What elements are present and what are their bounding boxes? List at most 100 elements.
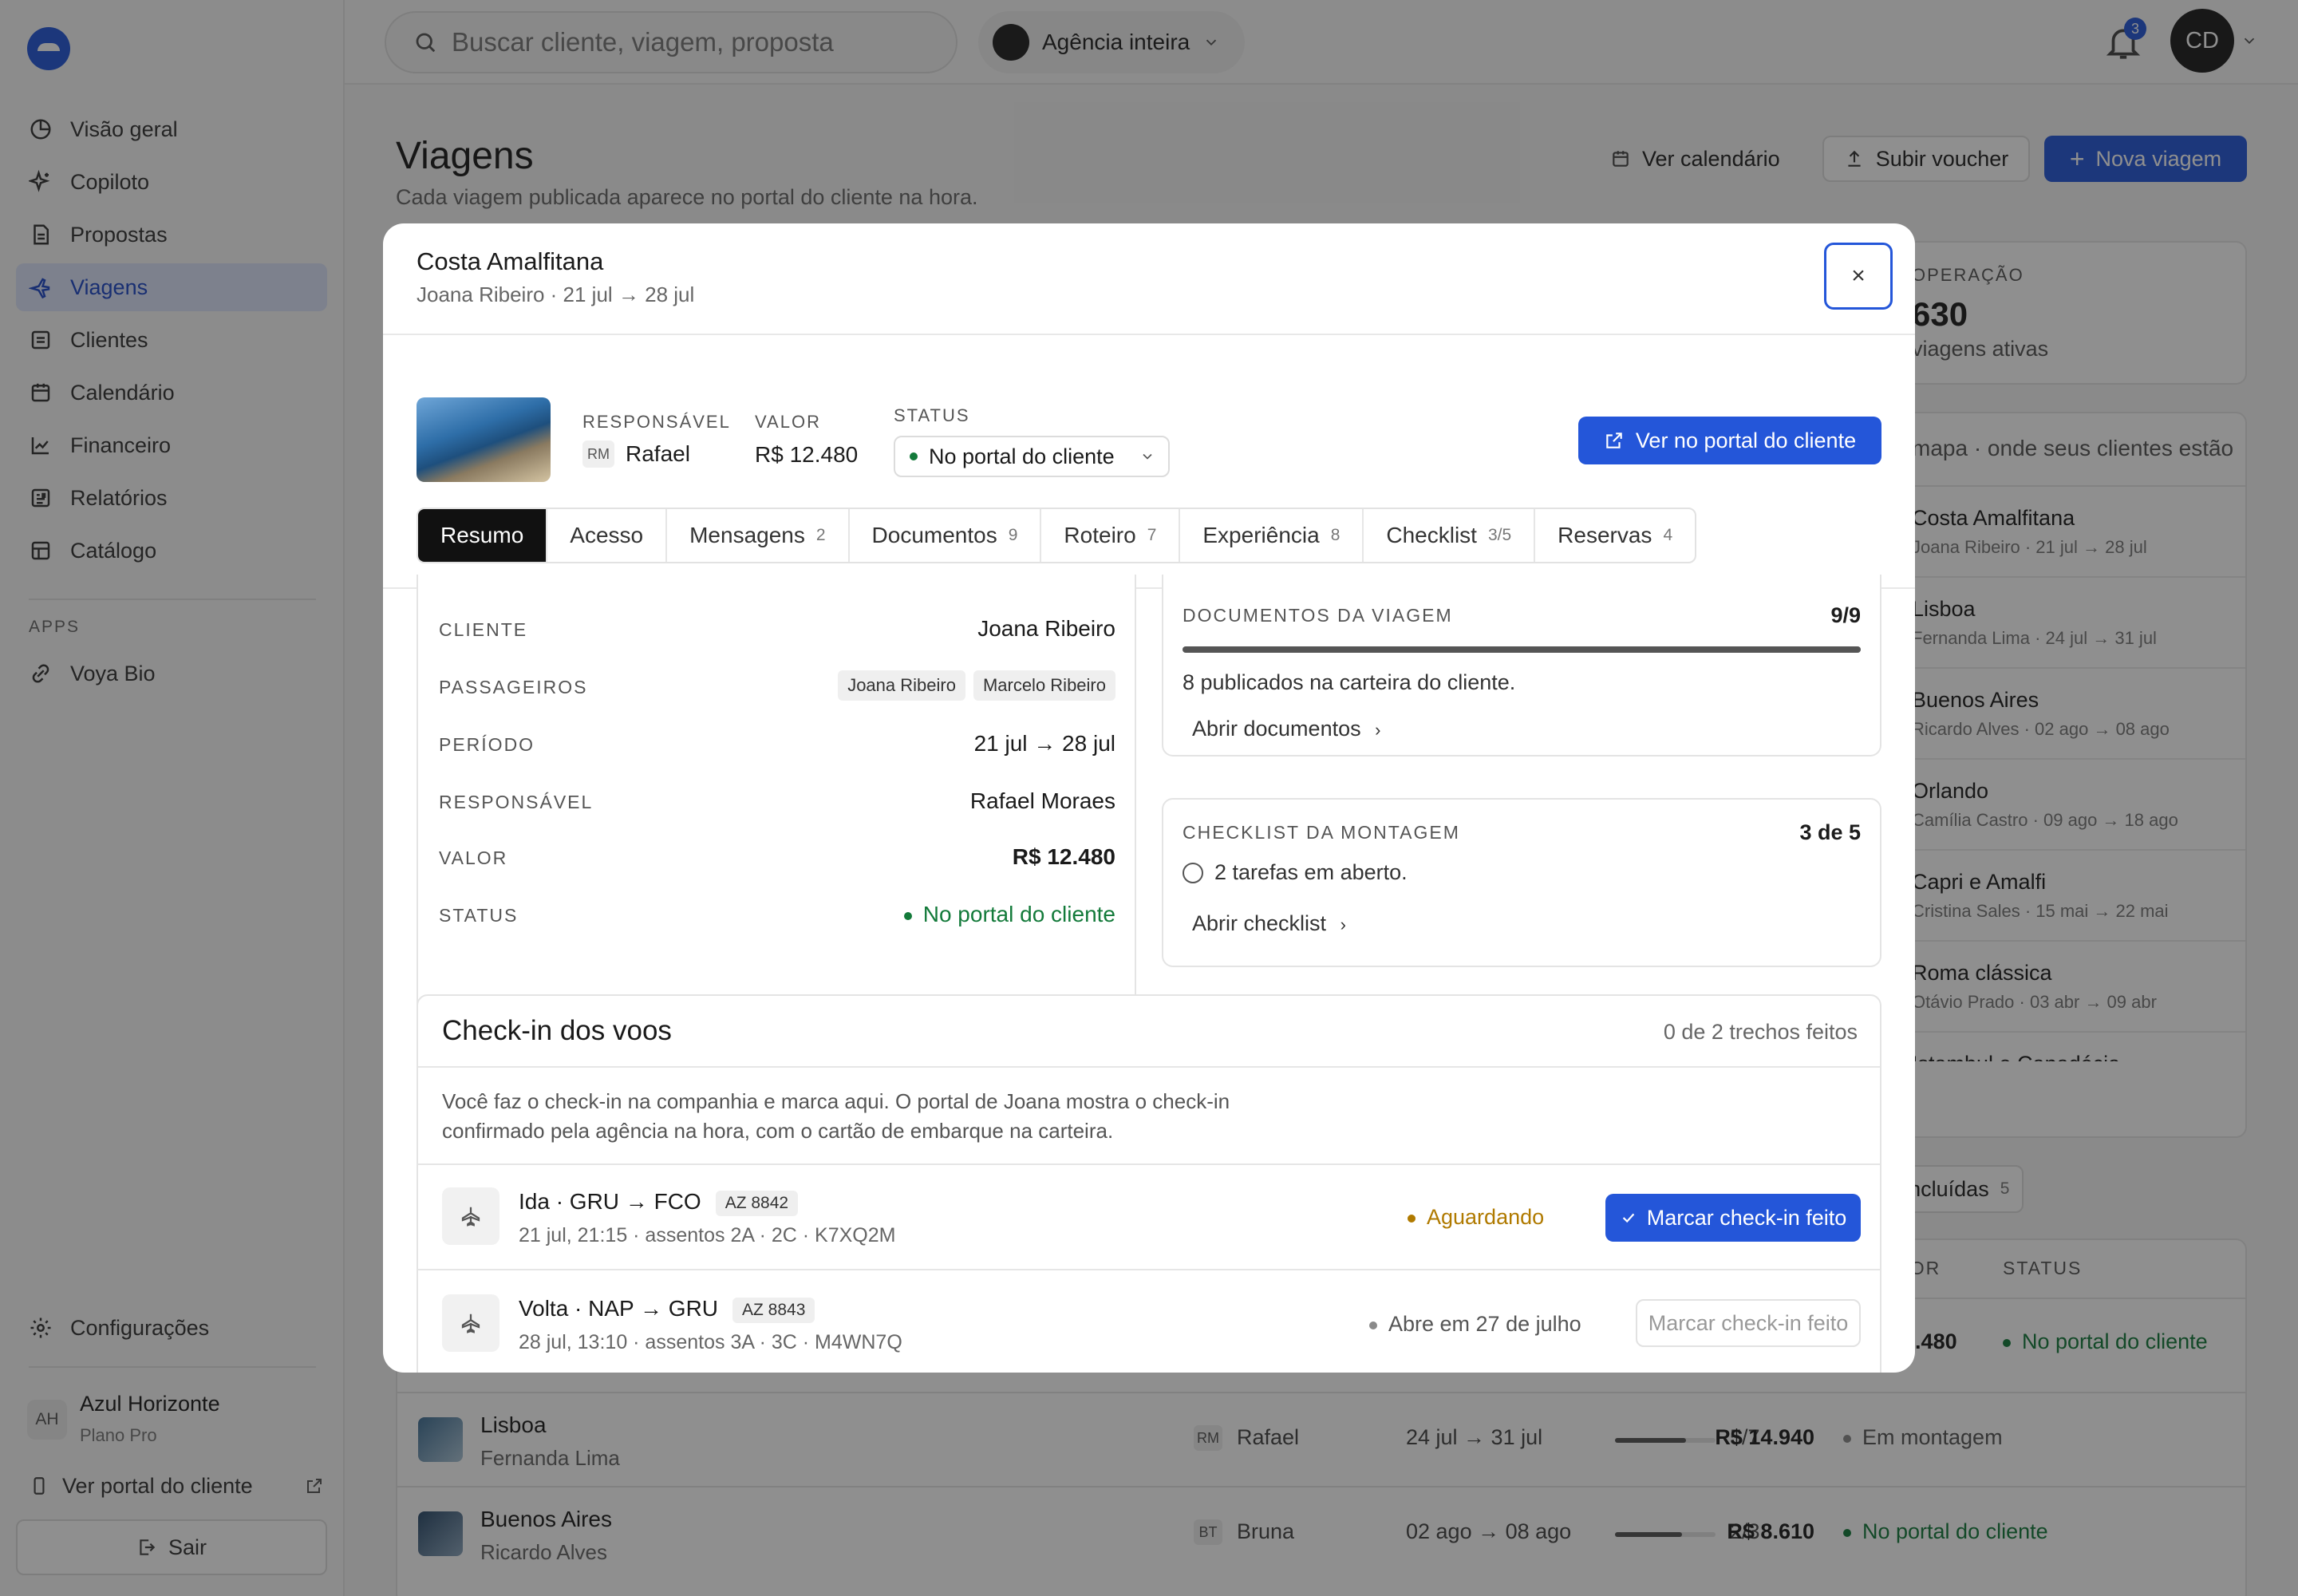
tab-label: Reservas <box>1558 523 1652 547</box>
tab-label: Acesso <box>570 523 644 547</box>
mark-checkin-label: Marcar check-in feito <box>1648 1310 1849 1335</box>
leg-state: Abre em 27 de julho <box>1369 1312 1581 1337</box>
divider <box>383 334 1915 335</box>
period-label: PERÍODO <box>439 734 535 755</box>
checkin-panel: Check-in dos voos 0 de 2 trechos feitos … <box>417 994 1881 1373</box>
status-select-value: No portal do cliente <box>929 444 1115 468</box>
trip-cover-image <box>417 397 551 482</box>
passenger-chip: Marcelo Ribeiro <box>973 670 1115 701</box>
flight-code: AZ 8843 <box>732 1297 815 1323</box>
status-label: STATUS <box>894 405 970 425</box>
tab-label: Mensagens <box>689 523 805 547</box>
tab-checklist[interactable]: Checklist 3/5 <box>1364 509 1536 562</box>
close-button[interactable]: × <box>1824 243 1893 310</box>
documents-panel: DOCUMENTOS DA VIAGEM 9/9 8 publicados na… <box>1162 575 1881 757</box>
plane-icon <box>442 1187 499 1245</box>
external-link-icon <box>1606 433 1622 448</box>
tab-experiencia[interactable]: Experiência 8 <box>1180 509 1364 562</box>
view-client-portal-button[interactable]: Ver no portal do cliente <box>1578 417 1881 464</box>
tab-count: 9 <box>1008 526 1018 544</box>
documents-progress-bar <box>1183 646 1861 653</box>
value-label: VALOR <box>439 847 508 868</box>
period-value: 21 jul → 28 jul <box>973 731 1115 756</box>
divider <box>418 1066 1880 1068</box>
flight-code: AZ 8842 <box>715 1190 799 1216</box>
open-documents-label: Abrir documentos <box>1192 717 1361 741</box>
chevron-down-icon <box>1143 453 1152 460</box>
checklist-panel: CHECKLIST DA MONTAGEM 3 de 5 2 tarefas e… <box>1162 798 1881 967</box>
chevron-right-icon: › <box>1375 720 1381 740</box>
leg-details: 28 jul, 13:10 · assentos 3A · 3C · M4WN7… <box>519 1331 902 1353</box>
check-icon <box>1622 1213 1634 1223</box>
tab-resumo[interactable]: Resumo <box>418 509 548 562</box>
mark-checkin-label: Marcar check-in feito <box>1646 1205 1847 1230</box>
documents-text: 8 publicados na carteira do cliente. <box>1183 670 1516 694</box>
checklist-count: 3 de 5 <box>1799 820 1861 844</box>
tab-count: 7 <box>1147 526 1157 544</box>
tab-label: Experiência <box>1202 523 1320 547</box>
responsible-name: Rafael <box>626 441 690 466</box>
leg-details: 21 jul, 21:15 · assentos 2A · 2C · K7XQ2… <box>519 1224 896 1246</box>
leg-route-text: Ida · GRU → FCO <box>519 1189 701 1214</box>
leg-route-text: Volta · NAP → GRU <box>519 1296 719 1321</box>
tab-roteiro[interactable]: Roteiro 7 <box>1041 509 1181 562</box>
status-select[interactable]: No portal do cliente <box>894 436 1170 477</box>
modal-subtitle: Joana Ribeiro · 21 jul → 28 jul <box>417 282 695 306</box>
tab-mensagens[interactable]: Mensagens 2 <box>667 509 850 562</box>
tab-count: 3/5 <box>1487 526 1512 544</box>
checkin-count: 0 de 2 trechos feitos <box>1663 1020 1858 1044</box>
client-value: Joana Ribeiro <box>977 616 1115 641</box>
leg-route: Ida · GRU → FCO AZ 8842 <box>519 1189 799 1216</box>
tab-label: Roteiro <box>1064 523 1136 547</box>
checkin-description: Você faz o check-in na companhia e marca… <box>442 1089 1230 1143</box>
status-dot <box>910 452 918 460</box>
tab-count: 4 <box>1663 526 1673 544</box>
tab-label: Checklist <box>1386 523 1477 547</box>
value-amount: R$ 12.480 <box>1012 844 1115 869</box>
view-client-portal-label: Ver no portal do cliente <box>1635 428 1857 452</box>
leg-route: Volta · NAP → GRU AZ 8843 <box>519 1296 815 1323</box>
checkin-title: Check-in dos voos <box>442 1015 672 1046</box>
passenger-chip: Joana Ribeiro <box>838 670 965 701</box>
tab-label: Resumo <box>440 523 524 547</box>
open-checklist-link[interactable]: Abrir checklist › <box>1192 911 1346 936</box>
mark-checkin-button-disabled[interactable]: Marcar check-in feito <box>1636 1299 1861 1347</box>
leg-state-text: Abre em 27 de julho <box>1388 1312 1581 1336</box>
documents-label: DOCUMENTOS DA VIAGEM <box>1183 605 1453 626</box>
open-documents-link[interactable]: Abrir documentos › <box>1192 717 1380 741</box>
responsible-value: Rafael Moraes <box>969 788 1115 813</box>
responsible-label: RESPONSÁVEL <box>439 792 594 812</box>
open-checklist-label: Abrir checklist <box>1192 911 1327 935</box>
responsible-label: RESPONSÁVEL <box>582 412 731 432</box>
mark-checkin-button[interactable]: Marcar check-in feito <box>1605 1194 1861 1242</box>
checklist-label: CHECKLIST DA MONTAGEM <box>1183 822 1460 843</box>
value-amount: R$ 12.480 <box>755 442 859 467</box>
modal-tabs: Resumo Acesso Mensagens 2 Documentos 9 Roteiro… <box>417 508 1697 563</box>
circle-icon <box>1183 862 1203 883</box>
chevron-right-icon: › <box>1340 915 1346 934</box>
checklist-open-tasks: 2 tarefas em aberto. <box>1183 860 1408 885</box>
plane-icon <box>442 1294 499 1352</box>
responsible-value: RM Rafael <box>582 440 690 468</box>
client-label: CLIENTE <box>439 619 528 640</box>
divider <box>418 1163 1880 1165</box>
value-label: VALOR <box>755 412 821 432</box>
passengers-list: Joana Ribeiro Marcelo Ribeiro <box>830 670 1115 701</box>
close-icon: × <box>1851 263 1866 289</box>
status-text: No portal do cliente <box>922 902 1115 926</box>
passengers-label: PASSAGEIROS <box>439 677 588 697</box>
modal-title: Costa Amalfitana <box>417 247 604 275</box>
tab-documentos[interactable]: Documentos 9 <box>850 509 1042 562</box>
tab-reservas[interactable]: Reservas 4 <box>1535 509 1695 562</box>
leg-state-text: Aguardando <box>1427 1205 1545 1229</box>
tab-label: Documentos <box>871 523 997 547</box>
tab-acesso[interactable]: Acesso <box>547 509 668 562</box>
status-value: No portal do cliente <box>903 902 1115 927</box>
trip-modal: Costa Amalfitana Joana Ribeiro · 21 jul … <box>383 223 1915 1373</box>
responsible-initials: RM <box>582 440 614 468</box>
leg-state: Aguardando <box>1408 1205 1544 1230</box>
progress-fill <box>1183 646 1861 653</box>
divider <box>418 1269 1880 1270</box>
tab-count: 8 <box>1330 526 1340 544</box>
tab-count: 2 <box>815 526 826 544</box>
